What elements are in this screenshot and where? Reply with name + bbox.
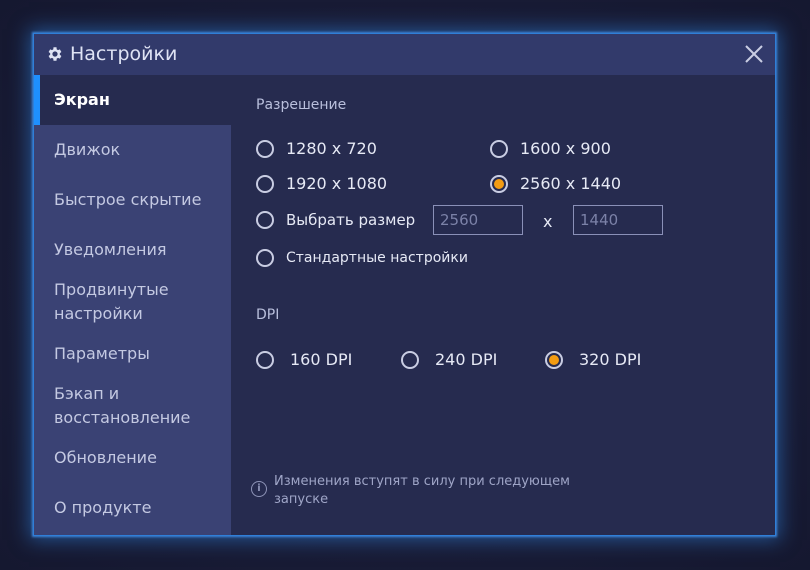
close-icon[interactable] <box>743 43 765 65</box>
info-icon: i <box>251 481 267 497</box>
radio-button[interactable] <box>401 350 419 369</box>
settings-sidebar: Экран Движок Быстрое скрытие Уведомления… <box>34 75 231 535</box>
sidebar-item-label: Движок <box>54 140 121 159</box>
dpi-section-title: DPI <box>256 307 280 323</box>
resolution-option-default[interactable]: Стандартные настройки <box>256 249 468 267</box>
sidebar-item-engine[interactable]: Движок <box>34 138 231 162</box>
sidebar-item-screen[interactable]: Экран <box>34 75 231 125</box>
size-separator: x <box>543 212 553 231</box>
dpi-option-240[interactable]: 240 DPI <box>401 350 497 369</box>
sidebar-item-label: Продвинутые настройки <box>54 280 169 323</box>
dpi-option-160[interactable]: 160 DPI <box>256 350 352 369</box>
sidebar-item-quick-hide[interactable]: Быстрое скрытие <box>34 188 231 212</box>
radio-button-selected[interactable] <box>545 350 563 369</box>
custom-height-input[interactable] <box>573 205 663 235</box>
settings-content: Разрешение 1280 x 720 1600 x 900 1920 x … <box>231 75 775 535</box>
resolution-option-custom[interactable]: Выбрать размер <box>256 211 415 229</box>
radio-label: 320 DPI <box>579 350 642 369</box>
sidebar-item-label: Экран <box>54 90 110 109</box>
sidebar-item-about[interactable]: О продукте <box>34 496 231 520</box>
radio-button[interactable] <box>256 174 274 193</box>
radio-label: 240 DPI <box>435 350 498 369</box>
sidebar-item-parameters[interactable]: Параметры <box>34 342 231 366</box>
resolution-option-1920x1080[interactable]: 1920 x 1080 <box>256 174 387 193</box>
radio-label: Стандартные настройки <box>286 250 468 266</box>
sidebar-item-label: О продукте <box>54 498 152 517</box>
sidebar-item-advanced[interactable]: Продвинутые настройки <box>34 278 194 326</box>
title-bar[interactable]: Настройки <box>34 34 775 75</box>
custom-width-input[interactable] <box>433 205 523 235</box>
settings-dialog: Настройки Экран Движок Быстрое скрытие У… <box>33 33 776 536</box>
sidebar-item-label: Уведомления <box>54 240 167 259</box>
radio-button[interactable] <box>256 249 274 267</box>
radio-button-selected[interactable] <box>490 174 508 193</box>
resolution-option-1600x900[interactable]: 1600 x 900 <box>490 139 611 158</box>
sidebar-item-update[interactable]: Обновление <box>34 446 231 470</box>
sidebar-item-label: Обновление <box>54 448 157 467</box>
sidebar-item-label: Параметры <box>54 344 150 363</box>
sidebar-item-notifications[interactable]: Уведомления <box>34 238 231 262</box>
radio-button[interactable] <box>256 211 274 229</box>
dpi-option-320[interactable]: 320 DPI <box>545 350 641 369</box>
radio-label: 160 DPI <box>290 350 353 369</box>
sidebar-item-label: Быстрое скрытие <box>54 190 202 209</box>
radio-button[interactable] <box>490 139 508 158</box>
sidebar-item-backup[interactable]: Бэкап и восстановление <box>34 382 214 430</box>
radio-button[interactable] <box>256 350 274 369</box>
radio-label: 1280 x 720 <box>286 139 377 158</box>
radio-label: Выбрать размер <box>286 211 416 229</box>
resolution-option-2560x1440[interactable]: 2560 x 1440 <box>490 174 621 193</box>
window-title: Настройки <box>70 43 178 65</box>
resolution-option-1280x720[interactable]: 1280 x 720 <box>256 139 377 158</box>
radio-label: 2560 x 1440 <box>520 174 622 193</box>
radio-label: 1920 x 1080 <box>286 174 388 193</box>
restart-notice: Изменения вступят в силу при следующем з… <box>274 474 570 507</box>
gear-icon <box>48 47 62 61</box>
radio-button[interactable] <box>256 139 274 158</box>
sidebar-item-label: Бэкап и восстановление <box>54 384 191 427</box>
radio-label: 1600 x 900 <box>520 139 611 158</box>
resolution-section-title: Разрешение <box>256 97 347 113</box>
